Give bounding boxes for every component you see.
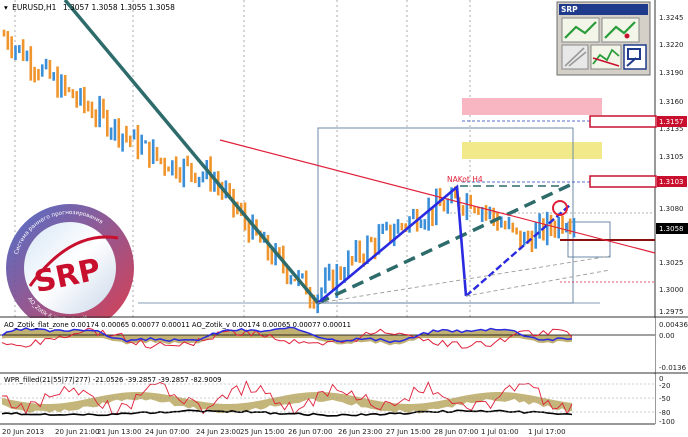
wpr-axis-label: -50 [659, 395, 670, 403]
chart-title: ▾ EURUSD,H1 1.3057 1.3058 1.3055 1.3058 [4, 3, 175, 12]
time-tick-label: 20 Jun 21:00 [55, 428, 99, 436]
time-tick-label: 20 Jun 2013 [2, 428, 44, 436]
price-tick-label: 1.3105 [659, 153, 684, 161]
price-tick-label: 1.3220 [659, 41, 684, 49]
time-tick-label: 25 Jun 15:00 [240, 428, 284, 436]
time-tick-label: 28 Jun 07:00 [434, 428, 478, 436]
current-price-label: 1.3058 [659, 225, 684, 233]
price-box-1-label: 1.3157 [659, 118, 684, 126]
price-box-2-frame [589, 175, 657, 188]
supply-zone-pink [462, 98, 602, 115]
ao-axis-label: -0.0136 [659, 364, 687, 372]
time-axis-labels: 20 Jun 2013 20 Jun 21:00 21 Jun 13:00 24… [2, 428, 566, 436]
wpr-axis-label: -20 [659, 382, 670, 390]
price-axis-labels: 1.3245 1.3220 1.3190 1.3160 1.3135 1.310… [659, 14, 684, 316]
price-tick-label: 1.3160 [659, 98, 684, 106]
price-tick-label: 1.2975 [659, 308, 684, 316]
time-tick-label: 1 Jul 17:00 [528, 428, 566, 436]
time-tick-label: 26 Jun 07:00 [288, 428, 332, 436]
time-tick-label: 24 Jun 07:00 [145, 428, 189, 436]
time-tick-label: 21 Jun 13:00 [97, 428, 141, 436]
price-box-1-frame [589, 115, 657, 128]
time-tick-label: 1 Jul 01:00 [481, 428, 519, 436]
ao-axis-label: 0.00 [659, 332, 675, 340]
srp-tool-panel[interactable]: SRP [556, 1, 651, 76]
dropdown-arrow-icon[interactable]: ▾ [4, 3, 8, 12]
wpr-axis-label: -100 [659, 418, 675, 426]
price-tick-label: 1.3025 [659, 259, 684, 267]
srp-panel-title: SRP [561, 5, 578, 14]
chart-canvas[interactable]: NAKot H4 1.3245 1.3220 1.3190 1.3160 1.3… [0, 0, 688, 437]
time-tick-label: 27 Jun 15:00 [386, 428, 430, 436]
price-tick-label: 1.3000 [659, 286, 684, 294]
srp-logo: SRP Система раннего прогнозирования AO_Z… [6, 204, 134, 332]
annotation-nakot: NAKot H4 [447, 175, 483, 184]
ao-axis-label: 0.00436 [659, 321, 688, 329]
zone-yellow [462, 142, 602, 159]
time-tick-label: 26 Jun 23:00 [338, 428, 382, 436]
ao-indicator-title: AO_Zotik_flat_zone 0.00174 0.00065 0.000… [4, 321, 351, 329]
mt4-chart-window[interactable]: NAKot H4 1.3245 1.3220 1.3190 1.3160 1.3… [0, 0, 688, 437]
time-tick-label: 24 Jun 23:00 [196, 428, 240, 436]
wpr-axis-label: -80 [659, 409, 670, 417]
ohlc-values: 1.3057 1.3058 1.3055 1.3058 [63, 3, 175, 12]
red-dot-icon [624, 33, 630, 39]
price-tick-label: 1.3190 [659, 69, 684, 77]
symbol-title: EURUSD,H1 [12, 3, 56, 12]
price-tick-label: 1.3245 [659, 14, 684, 22]
wpr-indicator-title: WPR_filled(21|55|77|277) -21.0526 -39.28… [4, 376, 221, 384]
price-box-2-label: 1.3103 [659, 178, 684, 186]
price-tick-label: 1.3080 [659, 205, 684, 213]
